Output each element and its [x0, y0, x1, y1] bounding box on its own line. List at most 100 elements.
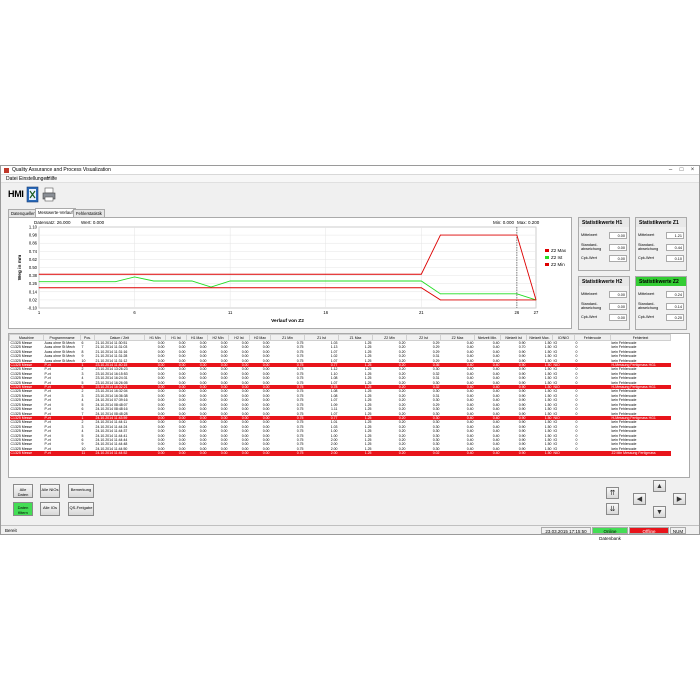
stat-value: 0.00 [609, 255, 627, 262]
legend-label: Z2 Ist [551, 255, 563, 260]
status-offline: Offline [629, 527, 669, 534]
legend-label: Z2 Max [551, 248, 567, 253]
chart-panel: Datensatz: 26.000 Wert: 0.000 Min: 0.000… [8, 217, 572, 329]
menu-hilfe[interactable]: Hilfe [47, 176, 57, 182]
stat-value: 0.44 [666, 244, 684, 251]
data-point [535, 299, 537, 301]
printer-icon[interactable] [42, 186, 56, 203]
legend-swatch [545, 263, 549, 266]
status-bar: Bereit 23.03.2015 17:15:50 Online Datenb… [1, 525, 699, 541]
data-point [287, 280, 288, 282]
alle-nios-button[interactable]: Alle NIOs [40, 484, 60, 498]
hmi-label: HMI [8, 189, 24, 199]
x-tick-label: 11 [228, 310, 233, 315]
data-point [382, 280, 384, 282]
x-tick-label: 21 [419, 310, 424, 315]
application-window: Quality Assurance and Process Visualizat… [0, 165, 700, 541]
menu-einstellungen[interactable]: Einstellungen [19, 176, 49, 182]
table-cell: 24.10.2014 11:44:52 [94, 451, 145, 456]
stat-value: 0.10 [666, 255, 684, 262]
table-cell: 0.20 [372, 451, 407, 456]
y-tick-label: 0.02 [29, 297, 38, 302]
stat-value: 0.00 [609, 314, 627, 321]
up-button[interactable]: ▲ [653, 480, 666, 492]
x-tick-label: 1 [38, 310, 41, 315]
y-tick-label: 0.62 [29, 257, 38, 262]
stat-title: Statistikwerte H1 [579, 218, 629, 227]
table-cell: 0.02 [406, 451, 441, 456]
table-cell: Auss ohne St Mech [44, 354, 75, 359]
excel-export-icon[interactable] [26, 186, 40, 203]
data-point [440, 293, 441, 295]
data-point [440, 299, 441, 301]
menu-datei[interactable]: Datei [6, 176, 18, 182]
tab-fehlerstatistik[interactable]: Fehlerstatistik [73, 209, 105, 217]
stat-label: Mittelwert [638, 292, 655, 296]
table-row-nio[interactable]: C1325 Messe P-vt 11 24.10.2014 11:44:52 0.00… [9, 451, 671, 456]
bemerkung-button[interactable]: Bemerkung [68, 484, 94, 498]
table-cell: NIO [552, 451, 575, 456]
y-axis-label: Weg in mm [17, 255, 23, 281]
left-button[interactable]: ◀ [633, 493, 646, 505]
data-point [57, 281, 59, 283]
data-point [325, 280, 327, 282]
table-body: C1325 Messe Auss ohne St Mech 6 21.10.2014 … [9, 341, 671, 456]
tab-messwerte-verlauf[interactable]: Messwerte-Verlauf [35, 208, 76, 217]
alle-daten-button[interactable]: Alle Daten [13, 484, 33, 498]
stat-label: Cpk-Wert [638, 256, 654, 260]
scroll-top-button[interactable]: ⇈ [606, 487, 619, 499]
stat-label: Standard-abweichung [638, 302, 659, 310]
data-point [153, 280, 155, 282]
daten-filtern-button[interactable]: Daten filtern [13, 502, 33, 516]
table-cell: 0.90 [500, 451, 527, 456]
down-button[interactable]: ▼ [653, 506, 666, 518]
stat-value: 0.14 [666, 303, 684, 310]
data-point [516, 293, 518, 295]
table-cell: 0.00 [165, 451, 187, 456]
data-point [344, 280, 346, 282]
table-cell: 0.00 [144, 451, 166, 456]
data-point [420, 287, 422, 289]
minimize-icon[interactable]: – [665, 166, 676, 174]
table-cell: 0.40 [440, 451, 475, 456]
stat-box-z2: Statistikwerte Z2 Mittelwert 0.24 Standa… [635, 276, 687, 330]
table-cell: 1.50 [526, 451, 553, 456]
data-point [268, 280, 269, 282]
table-cell: 0.75 [270, 451, 305, 456]
stat-label: Cpk-Wert [638, 315, 654, 319]
status-num: NUM [670, 527, 686, 534]
y-tick-label: -0.10 [27, 306, 37, 311]
alle-ios-button[interactable]: Alle IOs [40, 502, 60, 516]
measurement-table[interactable]: Maschine Programmname Pos. Datum / Zeit H1 M… [8, 333, 690, 478]
data-point [497, 293, 499, 295]
legend-swatch [545, 256, 549, 259]
qs-freigabe-button[interactable]: QS-Freigabe [68, 502, 94, 516]
stat-title: Statistikwerte Z2 [636, 277, 686, 286]
stat-label: Mittelwert [638, 233, 655, 237]
data-point [38, 273, 40, 275]
maximize-icon[interactable]: □ [676, 166, 687, 174]
table-cell: P-vt [43, 451, 81, 456]
table-cell: 2.00 [304, 451, 339, 456]
data-point [229, 280, 231, 282]
close-icon[interactable]: × [687, 166, 698, 174]
toolbar: HMI [1, 183, 699, 207]
stat-label: Cpk-Wert [581, 256, 597, 260]
data-grid: Maschine Programmname Pos. Datum / Zeit H1 M… [9, 334, 671, 456]
y-tick-label: 0.14 [29, 289, 38, 294]
table-cell [574, 451, 611, 456]
stat-value: 0.00 [609, 303, 627, 310]
data-point [134, 276, 135, 278]
data-point [401, 280, 403, 282]
stat-value: 0.00 [609, 244, 627, 251]
stat-box-h1: Statistikwerte H1 Mittelwert 0.00 Standa… [578, 217, 630, 271]
y-tick-label: 0.74 [29, 249, 38, 254]
status-datetime: 23.03.2015 17:15:50 [541, 527, 591, 534]
scroll-bottom-button[interactable]: ⇊ [606, 503, 619, 515]
table-cell: 1.25 [338, 451, 373, 456]
data-point [191, 280, 193, 282]
stat-label: Mittelwert [581, 233, 598, 237]
app-icon [4, 168, 9, 173]
x-tick-label: 27 [534, 310, 539, 315]
right-button[interactable]: ▶ [673, 493, 686, 505]
